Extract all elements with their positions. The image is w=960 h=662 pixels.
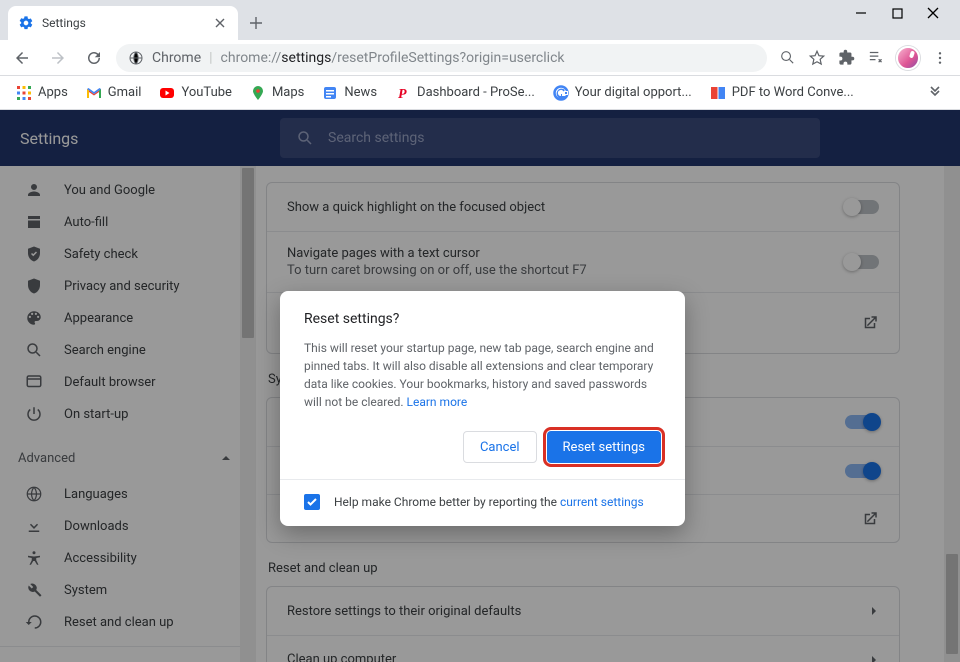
gear-icon [18, 15, 34, 31]
browser-toolbar: Chrome | chrome://settings/resetProfileS… [0, 40, 960, 76]
pdf-icon [710, 85, 726, 101]
dialog-body: This will reset your startup page, new t… [304, 339, 661, 411]
titlebar: Settings [0, 0, 960, 40]
learn-more-link[interactable]: Learn more [407, 395, 468, 409]
dialog-divider [280, 479, 685, 480]
url-text: chrome://settings/resetProfileSettings?o… [221, 50, 565, 66]
pinterest-icon: P [395, 85, 411, 101]
news-icon [322, 85, 338, 101]
reset-settings-dialog: Reset settings? This will reset your sta… [280, 291, 685, 526]
bookmark-news[interactable]: News [316, 81, 383, 105]
bookmark-gmail[interactable]: Gmail [80, 81, 148, 105]
youtube-icon [159, 85, 175, 101]
apps-grid-icon [16, 85, 32, 101]
bookmark-youtube[interactable]: YouTube [153, 81, 238, 105]
profile-avatar[interactable] [896, 46, 920, 70]
gmail-icon [86, 85, 102, 101]
url-prefix: Chrome [152, 50, 201, 66]
checkbox-label: Help make Chrome better by reporting the… [334, 495, 644, 509]
zoom-icon[interactable] [779, 49, 796, 66]
close-tab-icon[interactable] [212, 15, 228, 31]
menu-icon[interactable] [932, 50, 948, 66]
bookmarks-bar: Apps Gmail YouTube Maps News P Dashboard… [0, 76, 960, 110]
google-g-icon [553, 85, 569, 101]
maps-icon [250, 85, 266, 101]
close-window-button[interactable] [924, 4, 942, 22]
reload-button[interactable] [80, 44, 108, 72]
browser-tab[interactable]: Settings [8, 6, 238, 40]
svg-text:P: P [398, 87, 407, 101]
site-info-icon[interactable] [128, 50, 144, 66]
bookmark-star-icon[interactable] [808, 49, 826, 67]
minimize-button[interactable] [852, 4, 870, 22]
dialog-title: Reset settings? [304, 311, 661, 327]
dialog-checkbox-row: Help make Chrome better by reporting the… [304, 494, 661, 510]
cancel-button[interactable]: Cancel [463, 431, 537, 463]
dialog-actions: Cancel Reset settings [304, 431, 661, 463]
apps-shortcut[interactable]: Apps [10, 81, 74, 105]
bookmark-digital-opport[interactable]: Your digital opport... [547, 81, 698, 105]
toolbar-actions [775, 46, 952, 70]
bookmark-maps[interactable]: Maps [244, 81, 310, 105]
bookmark-pdf-word[interactable]: PDF to Word Conve... [704, 81, 860, 105]
address-bar[interactable]: Chrome | chrome://settings/resetProfileS… [116, 44, 767, 72]
report-checkbox[interactable] [304, 494, 320, 510]
extensions-icon[interactable] [838, 49, 855, 66]
apps-label: Apps [38, 85, 68, 100]
reset-settings-button[interactable]: Reset settings [547, 431, 661, 463]
reading-list-icon[interactable] [867, 49, 884, 66]
tab-title: Settings [42, 16, 204, 30]
bookmarks-overflow[interactable] [920, 86, 950, 100]
new-tab-button[interactable] [242, 9, 270, 37]
current-settings-link[interactable]: current settings [560, 495, 644, 509]
window-controls [852, 4, 956, 22]
back-button[interactable] [8, 44, 36, 72]
bookmark-dashboard[interactable]: P Dashboard - ProSe... [389, 81, 541, 105]
maximize-button[interactable] [888, 4, 906, 22]
forward-button[interactable] [44, 44, 72, 72]
